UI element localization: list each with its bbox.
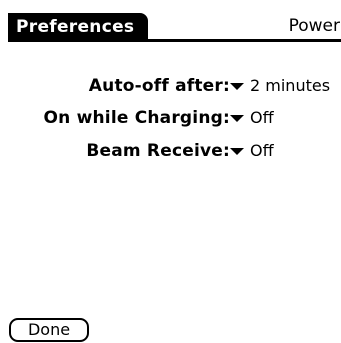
auto-off-trigger[interactable]: 2 minutes [230, 72, 330, 100]
title-underline [8, 39, 341, 42]
done-button[interactable]: Done [9, 318, 89, 342]
auto-off-value: 2 minutes [250, 76, 331, 95]
title-bar: Preferences Power [0, 0, 341, 44]
beam-receive-trigger[interactable]: Off [230, 137, 274, 165]
category-selector[interactable]: Power [289, 14, 340, 38]
on-while-charging-value: Off [250, 108, 274, 127]
on-while-charging-label: On while Charging: [43, 108, 230, 128]
form-title: Preferences [8, 13, 149, 41]
beam-receive-row: Beam Receive: Off [0, 137, 341, 165]
auto-off-row: Auto-off after: 2 minutes [0, 72, 341, 100]
dropdown-arrow-icon [230, 148, 244, 155]
on-while-charging-trigger[interactable]: Off [230, 104, 274, 132]
auto-off-label: Auto-off after: [88, 76, 230, 96]
beam-receive-value: Off [250, 141, 274, 160]
dropdown-arrow-icon [230, 115, 244, 122]
beam-receive-label: Beam Receive: [86, 141, 230, 161]
dropdown-arrow-icon [230, 83, 244, 90]
on-while-charging-row: On while Charging: Off [0, 104, 341, 132]
